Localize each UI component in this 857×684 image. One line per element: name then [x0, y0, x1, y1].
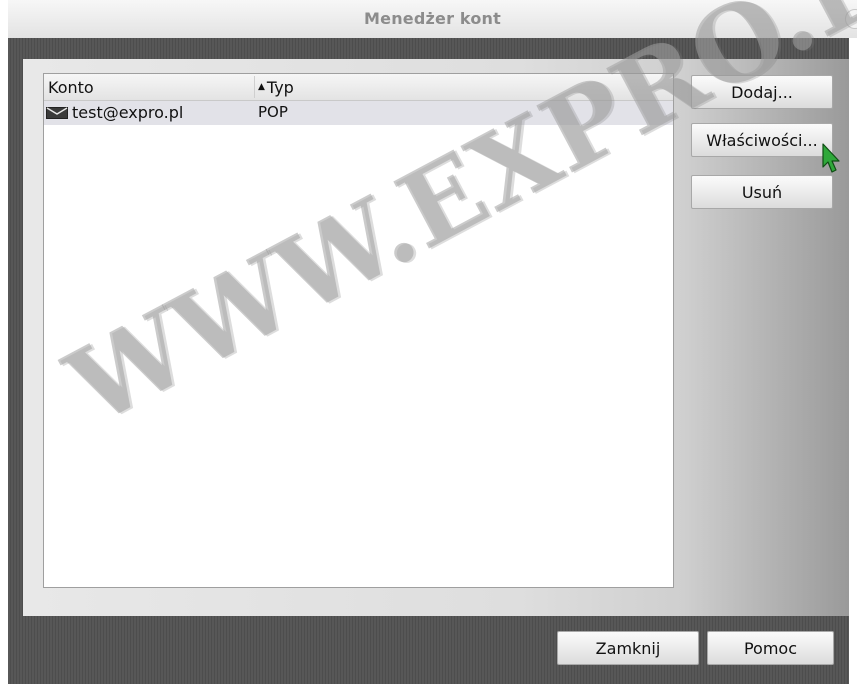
row-account-cell: test@expro.pl [72, 103, 184, 122]
sort-ascending-icon: ▲ [258, 82, 265, 92]
column-header-type-label: Typ [266, 78, 294, 97]
help-button[interactable]: Pomoc [707, 631, 834, 665]
title-bar[interactable]: Menedżer kont [8, 0, 857, 38]
properties-button[interactable]: Właściwości... [691, 123, 833, 157]
account-manager-window: Menedżer kont Konto ▲ Typ test@expro.pl P… [0, 0, 857, 684]
add-account-button[interactable]: Dodaj... [691, 75, 833, 109]
close-button[interactable]: Zamknij [557, 631, 699, 665]
mouse-pointer-icon [822, 143, 840, 173]
list-header: Konto ▲ Typ [44, 74, 673, 101]
column-header-type[interactable]: ▲ Typ [258, 78, 294, 97]
accounts-list[interactable]: Konto ▲ Typ test@expro.pl POP [43, 73, 674, 588]
window-title: Menedżer kont [364, 9, 501, 28]
table-row[interactable]: test@expro.pl POP [44, 101, 673, 125]
row-type-cell: POP [258, 103, 288, 121]
envelope-icon [46, 107, 68, 119]
column-divider[interactable] [254, 76, 255, 98]
remove-account-button[interactable]: Usuń [691, 175, 833, 209]
column-header-account[interactable]: Konto [48, 78, 94, 97]
